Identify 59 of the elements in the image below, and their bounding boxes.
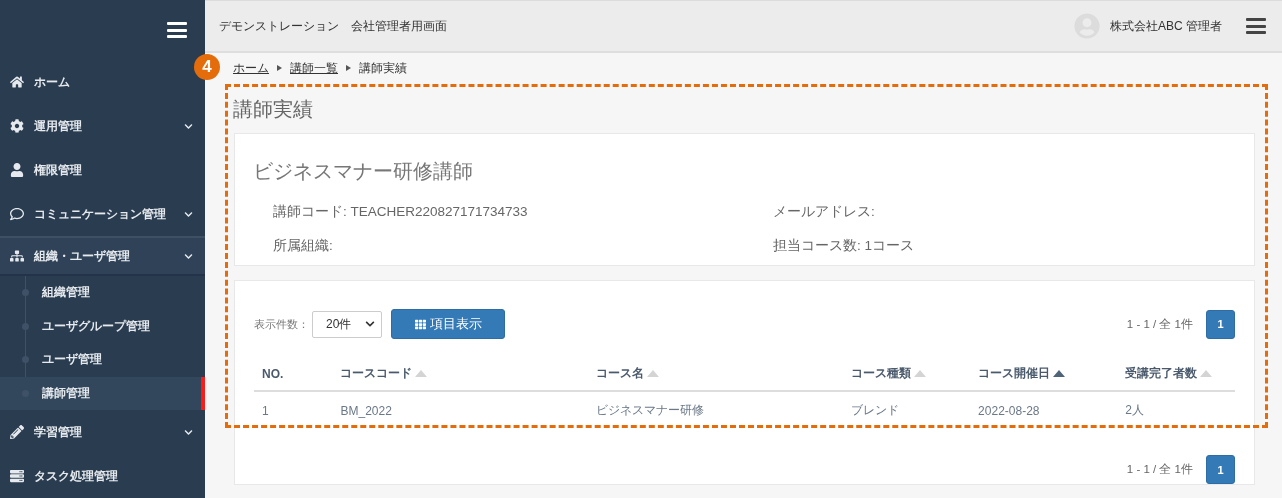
home-icon bbox=[10, 75, 24, 90]
sidebar-item[interactable]: タスク処理管理 bbox=[0, 454, 205, 498]
sort-icon bbox=[1200, 370, 1213, 377]
table-cell: 1 bbox=[254, 391, 333, 429]
table-cell: ビジネスマナー研修 bbox=[587, 391, 843, 429]
pencil-icon bbox=[10, 425, 24, 440]
breadcrumb-link[interactable]: ホーム bbox=[233, 60, 269, 76]
sidebar-subitem[interactable]: 組織管理 bbox=[0, 276, 205, 310]
breadcrumb-link[interactable]: 講師一覧 bbox=[290, 60, 338, 76]
table-cell: 2人 bbox=[1117, 391, 1235, 429]
column-header[interactable]: コースコード bbox=[332, 357, 588, 391]
table-cell: ブレンド bbox=[842, 391, 971, 429]
sitemap-icon bbox=[10, 249, 24, 264]
annotation-badge: 4 bbox=[194, 54, 220, 80]
column-header[interactable]: コース開催日 bbox=[970, 357, 1118, 391]
sidebar-subitem[interactable]: 講師管理 bbox=[0, 376, 205, 411]
breadcrumb-separator-icon bbox=[346, 65, 351, 71]
table-cell: BM_2022 bbox=[332, 391, 588, 429]
gear-icon bbox=[10, 119, 24, 134]
profile-field: 所属組織: bbox=[273, 237, 773, 255]
page-size-select[interactable]: 20件 bbox=[312, 310, 382, 338]
page-title: 講師実績 bbox=[233, 97, 314, 122]
app-title: デモンストレーション 会社管理者用画面 bbox=[219, 17, 448, 35]
pagination-summary: 1 - 1 / 全 1件 bbox=[1126, 462, 1193, 477]
sidebar-item[interactable]: 組織・ユーザ管理 bbox=[0, 236, 205, 277]
profile-field: 講師コード: TEACHER220827171734733 bbox=[273, 203, 773, 221]
user-icon bbox=[10, 163, 24, 178]
instructor-name: ビジネスマナー研修講師 bbox=[253, 159, 474, 184]
menu-icon[interactable] bbox=[1246, 18, 1266, 34]
sort-icon bbox=[913, 370, 926, 377]
column-header[interactable]: コース種類 bbox=[842, 357, 971, 391]
user-name[interactable]: 株式会社ABC 管理者 bbox=[1110, 17, 1222, 35]
profile-field: メールアドレス: bbox=[773, 203, 1236, 221]
grid-icon bbox=[414, 318, 426, 330]
sort-icon bbox=[1053, 370, 1066, 377]
column-header[interactable]: 受講完了者数 bbox=[1117, 357, 1235, 391]
menu-icon[interactable] bbox=[167, 22, 187, 39]
sort-icon bbox=[415, 370, 428, 377]
pagination-summary: 1 - 1 / 全 1件 bbox=[1126, 316, 1193, 332]
sidebar-item[interactable]: 運用管理 bbox=[0, 104, 205, 149]
columns-button[interactable]: 項目表示 bbox=[391, 309, 505, 339]
sidebar-subitem[interactable]: ユーザ管理 bbox=[0, 343, 205, 377]
column-header: NO. bbox=[254, 357, 333, 391]
server-icon bbox=[10, 469, 24, 484]
sidebar-item[interactable]: コミュニケーション管理 bbox=[0, 192, 205, 237]
breadcrumb-current: 講師実績 bbox=[359, 60, 407, 76]
sort-icon bbox=[646, 370, 659, 377]
sidebar-item[interactable]: 権限管理 bbox=[0, 148, 205, 193]
profile-field: 担当コース数: 1コース bbox=[773, 237, 1236, 255]
column-header[interactable]: コース名 bbox=[587, 357, 843, 391]
sidebar-item[interactable]: 学習管理 bbox=[0, 410, 205, 455]
breadcrumb-separator-icon bbox=[277, 65, 282, 71]
table-cell: 2022-08-28 bbox=[970, 391, 1118, 429]
page-size-label: 表示件数： bbox=[254, 316, 309, 332]
page-button[interactable]: 1 bbox=[1206, 309, 1235, 339]
chevron-icon bbox=[365, 319, 375, 329]
speech-bubble-icon bbox=[10, 207, 24, 222]
sidebar-subitem[interactable]: ユーザグループ管理 bbox=[0, 309, 205, 344]
page-button[interactable]: 1 bbox=[1206, 455, 1235, 484]
